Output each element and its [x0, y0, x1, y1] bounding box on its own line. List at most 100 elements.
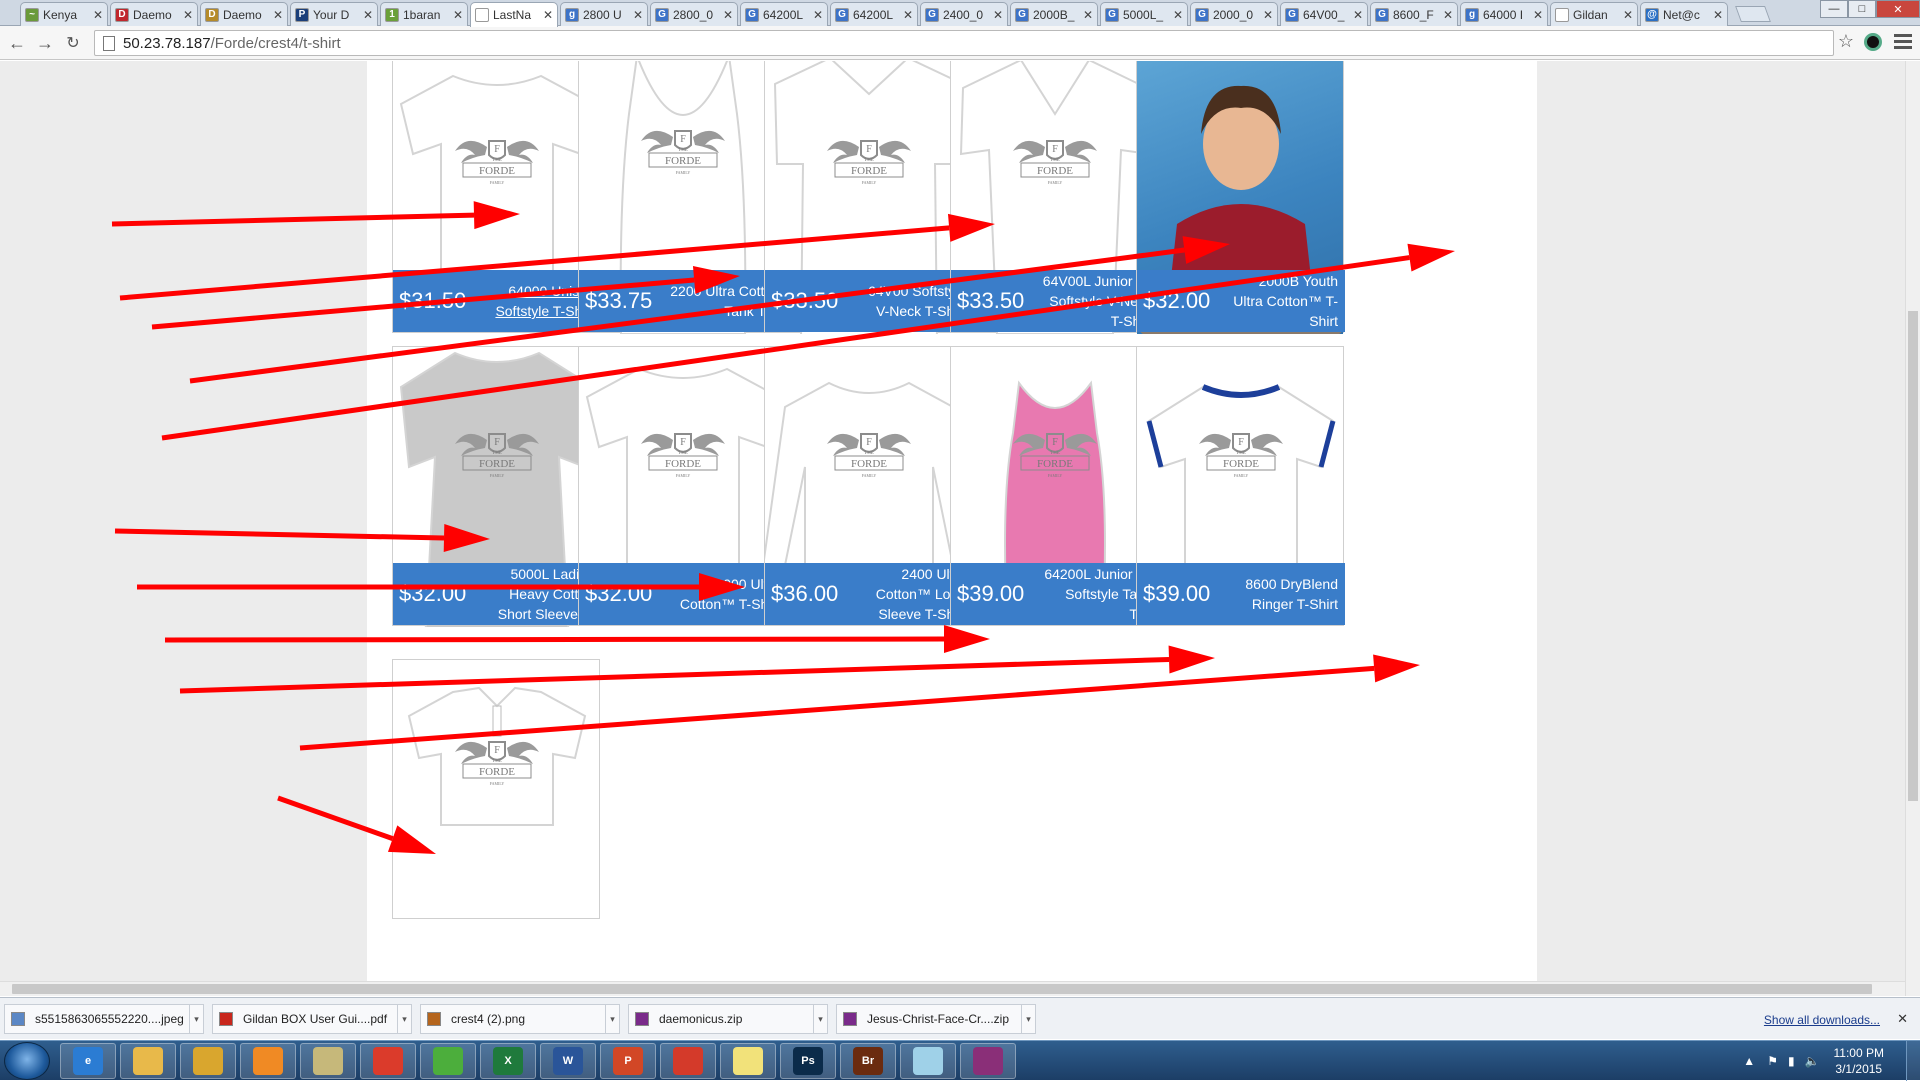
browser-tab[interactable]: D Daemo ✕ — [110, 2, 198, 26]
product-image[interactable]: F THE FORDE FAMILY — [393, 660, 599, 920]
network-icon[interactable]: ▮ — [1788, 1054, 1795, 1068]
tab-close-icon[interactable]: ✕ — [993, 8, 1003, 22]
browser-tab[interactable]: G 8600_F ✕ — [1370, 2, 1458, 26]
browser-tab[interactable]: P Your D ✕ — [290, 2, 378, 26]
taskbar-app-sticky-notes[interactable] — [720, 1043, 776, 1079]
new-tab-button[interactable] — [1735, 6, 1771, 22]
forward-button[interactable]: → — [34, 32, 56, 54]
product-info-bar[interactable]: $36.00 2400 Ultra Cotton™ Long Sleeve T-S… — [765, 563, 973, 625]
product-card[interactable]: F THE FORDE FAMILY — [392, 659, 600, 919]
product-card[interactable]: F THE FORDE FAMILY $33.50 64V00 Softstyle V-N… — [764, 61, 973, 334]
tab-close-icon[interactable]: ✕ — [1083, 8, 1093, 22]
download-item[interactable]: crest4 (2).png ▾ — [420, 1004, 620, 1034]
vertical-scroll-thumb[interactable] — [1908, 311, 1918, 801]
tab-close-icon[interactable]: ✕ — [1623, 8, 1633, 22]
tab-close-icon[interactable]: ✕ — [93, 8, 103, 22]
taskbar-app-chrome[interactable] — [360, 1043, 416, 1079]
product-info-bar[interactable]: $33.50 64V00 Softstyle V-Neck T-Shirt — [765, 270, 973, 332]
download-item[interactable]: Gildan BOX User Gui....pdf ▾ — [212, 1004, 412, 1034]
tab-close-icon[interactable]: ✕ — [1173, 8, 1183, 22]
tab-close-icon[interactable]: ✕ — [183, 8, 193, 22]
browser-tab[interactable]: D Daemo ✕ — [200, 2, 288, 26]
tab-close-icon[interactable]: ✕ — [633, 8, 643, 22]
tab-close-icon[interactable]: ✕ — [1713, 8, 1723, 22]
browser-tab[interactable]: G 64V00_ ✕ — [1280, 2, 1368, 26]
extension-icon[interactable] — [1864, 33, 1882, 51]
browser-tab[interactable]: @ Net@c ✕ — [1640, 2, 1728, 26]
download-menu-chevron-icon[interactable]: ▾ — [813, 1005, 827, 1033]
product-card[interactable]: F THE FORDE FAMILY $32.00 2000 Ultra Cotton™ … — [578, 346, 787, 626]
taskbar-app-media-player[interactable] — [240, 1043, 296, 1079]
browser-tab[interactable]: LastNa ✕ — [470, 2, 558, 27]
product-card[interactable]: F THE FORDE FAMILY $39.00 8600 DryBlend Ringe… — [1136, 346, 1345, 626]
product-card[interactable]: F THE FORDE FAMILY $33.75 2200 Ultra Cotton T… — [578, 61, 787, 334]
horizontal-scrollbar[interactable] — [0, 981, 1905, 996]
browser-tab[interactable]: G 64200L ✕ — [830, 2, 918, 26]
product-info-bar[interactable]: $33.50 64V00L Junior Fit Softstyle V-Neck… — [951, 270, 1159, 332]
start-button[interactable] — [4, 1042, 50, 1080]
show-hidden-icons-icon[interactable]: ▲ — [1743, 1054, 1755, 1068]
browser-tab[interactable]: ~ Kenya ✕ — [20, 2, 108, 26]
browser-tab[interactable]: g 64000 I ✕ — [1460, 2, 1548, 26]
taskbar-app-winrar[interactable] — [960, 1043, 1016, 1079]
maximize-button[interactable]: □ — [1848, 0, 1876, 18]
taskbar-app-excel[interactable]: X — [480, 1043, 536, 1079]
taskbar-app-chrome-app[interactable] — [180, 1043, 236, 1079]
download-item[interactable]: Jesus-Christ-Face-Cr....zip ▾ — [836, 1004, 1036, 1034]
volume-icon[interactable]: 🔈 — [1805, 1054, 1820, 1068]
taskbar-app-bridge[interactable]: Br — [840, 1043, 896, 1079]
tab-close-icon[interactable]: ✕ — [813, 8, 823, 22]
product-name-link[interactable]: 2000B Youth Ultra Cotton™ T-Shirt — [1227, 271, 1345, 331]
action-center-flag-icon[interactable]: ⚑ — [1767, 1054, 1778, 1068]
browser-tab[interactable]: G 5000L_ ✕ — [1100, 2, 1188, 26]
product-info-bar[interactable]: $39.0064200L Junior Fit Softstyle Tank T… — [951, 563, 1159, 625]
tab-close-icon[interactable]: ✕ — [1353, 8, 1363, 22]
product-info-bar[interactable]: $33.75 2200 Ultra Cotton Tank Top — [579, 270, 787, 332]
product-info-bar[interactable]: $31.50 64000 Unisex Softstyle T-Shirt — [393, 270, 601, 332]
back-button[interactable]: ← — [6, 32, 28, 54]
bookmark-star-icon[interactable]: ☆ — [1838, 31, 1854, 52]
browser-tab[interactable]: g 2800 U ✕ — [560, 2, 648, 26]
taskbar-app-photoshop[interactable]: Ps — [780, 1043, 836, 1079]
taskbar-app-leaf-app[interactable] — [420, 1043, 476, 1079]
download-menu-chevron-icon[interactable]: ▾ — [397, 1005, 411, 1033]
product-info-bar[interactable]: $32.00 5000L Ladies Heavy Cotton Short Sl… — [393, 563, 601, 625]
taskbar-app-window-app[interactable] — [900, 1043, 956, 1079]
chrome-menu-icon[interactable] — [1894, 32, 1912, 50]
download-menu-chevron-icon[interactable]: ▾ — [605, 1005, 619, 1033]
address-bar[interactable]: 50.23.78.187/Forde/crest4/t-shirt — [94, 30, 1834, 56]
taskbar-app-network-app[interactable] — [300, 1043, 356, 1079]
horizontal-scroll-thumb[interactable] — [12, 984, 1872, 994]
browser-tab[interactable]: G 64200L ✕ — [740, 2, 828, 26]
taskbar-app-internet-explorer[interactable]: e — [60, 1043, 116, 1079]
browser-tab[interactable]: G 2800_0 ✕ — [650, 2, 738, 26]
download-menu-chevron-icon[interactable]: ▾ — [1021, 1005, 1035, 1033]
download-menu-chevron-icon[interactable]: ▾ — [189, 1005, 203, 1033]
browser-tab[interactable]: 1 1baran ✕ — [380, 2, 468, 26]
product-card[interactable]: F THE FORDE FAMILY $33.50 64V00L Junior Fit S… — [950, 61, 1159, 334]
product-card[interactable]: F THE FORDE FAMILY $31.50 64000 Unisex Softst… — [392, 61, 601, 333]
tab-close-icon[interactable]: ✕ — [723, 8, 733, 22]
product-card[interactable]: F THE FORDE FAMILY $36.00 2400 Ultra Cotton™ … — [764, 346, 973, 626]
close-downloads-icon[interactable]: ✕ — [1897, 1011, 1908, 1027]
vertical-scrollbar[interactable] — [1905, 61, 1920, 996]
close-window-button[interactable]: ✕ — [1876, 0, 1920, 18]
minimize-button[interactable]: — — [1820, 0, 1848, 18]
browser-tab[interactable]: Gildan ✕ — [1550, 2, 1638, 26]
download-item[interactable]: daemonicus.zip ▾ — [628, 1004, 828, 1034]
taskbar-app-paint-app[interactable] — [660, 1043, 716, 1079]
browser-tab[interactable]: G 2000_0 ✕ — [1190, 2, 1278, 26]
product-info-bar[interactable]: $32.00 2000 Ultra Cotton™ T-Shirt — [579, 563, 787, 625]
tab-close-icon[interactable]: ✕ — [1533, 8, 1543, 22]
browser-tab[interactable]: G 2400_0 ✕ — [920, 2, 1008, 26]
product-card[interactable]: $32.00 2000B Youth Ultra Cotton™ T-Shirt — [1136, 61, 1345, 334]
browser-tab[interactable]: G 2000B_ ✕ — [1010, 2, 1098, 26]
show-desktop-button[interactable] — [1906, 1041, 1920, 1081]
reload-button[interactable]: ↻ — [62, 32, 84, 54]
clock[interactable]: 11:00 PM 3/1/2015 — [1834, 1045, 1884, 1077]
tab-close-icon[interactable]: ✕ — [903, 8, 913, 22]
tab-close-icon[interactable]: ✕ — [1443, 8, 1453, 22]
product-info-bar[interactable]: $39.00 8600 DryBlend Ringer T-Shirt — [1137, 563, 1345, 625]
taskbar-app-file-explorer[interactable] — [120, 1043, 176, 1079]
tab-close-icon[interactable]: ✕ — [1263, 8, 1273, 22]
